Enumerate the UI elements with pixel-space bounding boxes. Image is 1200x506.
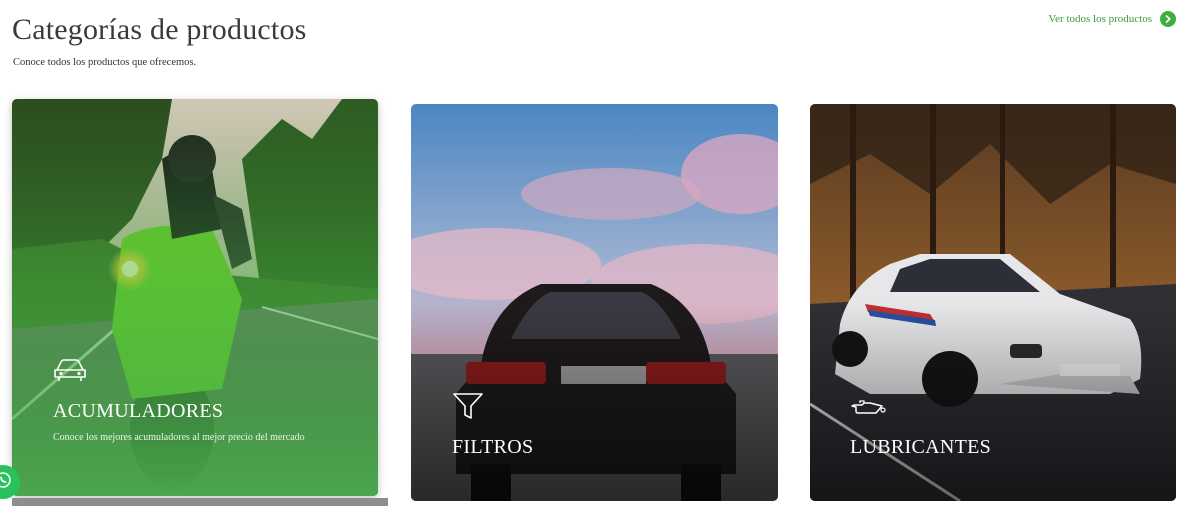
- car-icon: [52, 357, 88, 388]
- category-description: Conoce los mejores acumuladores al mejor…: [53, 432, 305, 443]
- category-card-lubricantes[interactable]: LUBRICANTES: [810, 104, 1176, 501]
- view-all-products-link[interactable]: Ver todos los productos: [1048, 11, 1176, 27]
- category-title: LUBRICANTES: [850, 436, 992, 458]
- category-title: ACUMULADORES: [53, 400, 224, 422]
- chevron-right-icon: [1160, 11, 1176, 27]
- view-all-label: Ver todos los productos: [1048, 13, 1152, 25]
- bottom-ticker-bar: [12, 498, 388, 506]
- page-title: Categorías de productos: [12, 13, 307, 46]
- oil-can-icon: [850, 398, 886, 423]
- funnel-filter-icon: [452, 391, 484, 426]
- category-card-filtros[interactable]: FILTROS: [411, 104, 778, 501]
- page-subtitle: Conoce todos los productos que ofrecemos…: [13, 57, 197, 68]
- category-card-acumuladores[interactable]: ACUMULADORES Conoce los mejores acumulad…: [12, 99, 378, 496]
- whatsapp-icon: [0, 471, 12, 494]
- category-title: FILTROS: [452, 436, 534, 458]
